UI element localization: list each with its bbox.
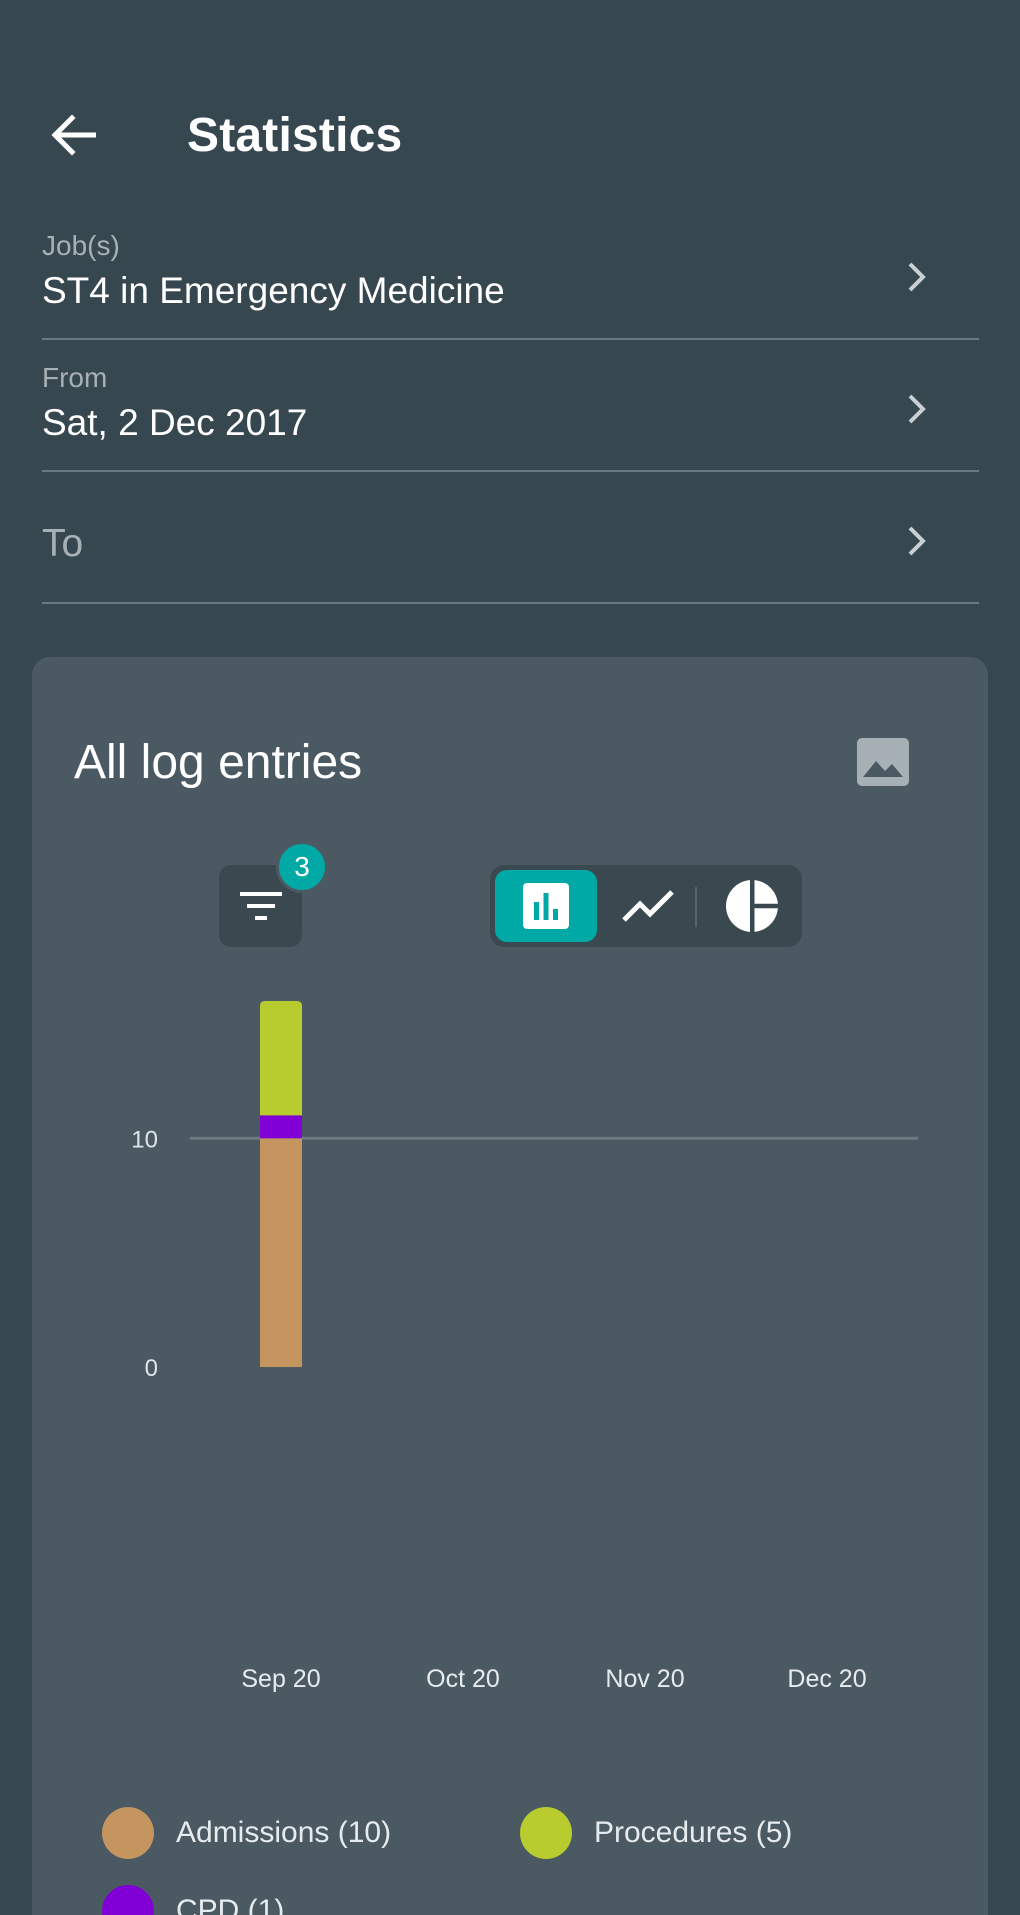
bar-segment-cpd — [260, 1115, 302, 1139]
legend-item-cpd: CPD (1) — [102, 1885, 284, 1915]
legend-swatch-cpd — [102, 1885, 154, 1915]
legend-label-procedures: Procedures (5) — [594, 1816, 793, 1849]
chart-type-toggle — [490, 865, 802, 947]
pie-chart-icon — [726, 879, 780, 933]
stats-card: All log entries 3 0 10 Admissions (10) P… — [32, 657, 988, 1915]
line-chart-icon — [622, 890, 674, 922]
back-button[interactable] — [38, 100, 108, 170]
filter-icon — [239, 892, 282, 920]
from-label: From — [42, 362, 108, 393]
x-tick-label: Oct 20 — [426, 1665, 500, 1693]
chevron-right-icon — [908, 262, 926, 292]
legend-label-admissions: Admissions (10) — [176, 1816, 392, 1849]
jobs-value: ST4 in Emergency Medicine — [42, 270, 505, 311]
bar-segment-admissions — [260, 1138, 302, 1367]
bar-segment-procedures — [260, 1001, 302, 1116]
legend-swatch-procedures — [520, 1807, 572, 1859]
legend-item-admissions: Admissions (10) — [102, 1807, 391, 1859]
from-field[interactable]: From Sat, 2 Dec 2017 — [42, 340, 979, 472]
bar-chart-icon — [523, 883, 569, 929]
legend-swatch-admissions — [102, 1807, 154, 1859]
y-tick-label: 0 — [145, 1355, 158, 1377]
jobs-label: Job(s) — [42, 230, 120, 261]
filter-count-badge: 3 — [276, 841, 328, 893]
card-title: All log entries — [74, 736, 363, 789]
x-tick-label: Nov 20 — [605, 1665, 685, 1693]
from-value: Sat, 2 Dec 2017 — [42, 402, 308, 443]
image-icon — [857, 738, 909, 786]
x-tick-label: Dec 20 — [787, 1665, 867, 1693]
line-chart-toggle[interactable] — [602, 870, 694, 942]
stacked-bar-chart: 0 10 — [131, 1001, 918, 1382]
to-field[interactable]: To — [42, 472, 979, 604]
chevron-right-icon — [908, 526, 926, 556]
arrow-left-icon — [51, 114, 96, 156]
chevron-right-icon — [908, 394, 926, 424]
y-tick-label: 10 — [131, 1126, 158, 1153]
pie-chart-toggle[interactable] — [706, 870, 798, 942]
page-title: Statistics — [187, 109, 403, 162]
x-tick-label: Sep 20 — [241, 1665, 321, 1693]
chart-area: 0 10 — [32, 997, 988, 1382]
jobs-field[interactable]: Job(s) ST4 in Emergency Medicine — [42, 208, 979, 340]
legend-item-procedures: Procedures (5) — [520, 1807, 792, 1859]
export-image-button[interactable] — [854, 735, 912, 789]
toggle-divider — [695, 887, 697, 927]
legend-label-cpd: CPD (1) — [176, 1894, 285, 1915]
to-placeholder: To — [42, 522, 84, 565]
bar-chart-toggle[interactable] — [495, 870, 597, 942]
